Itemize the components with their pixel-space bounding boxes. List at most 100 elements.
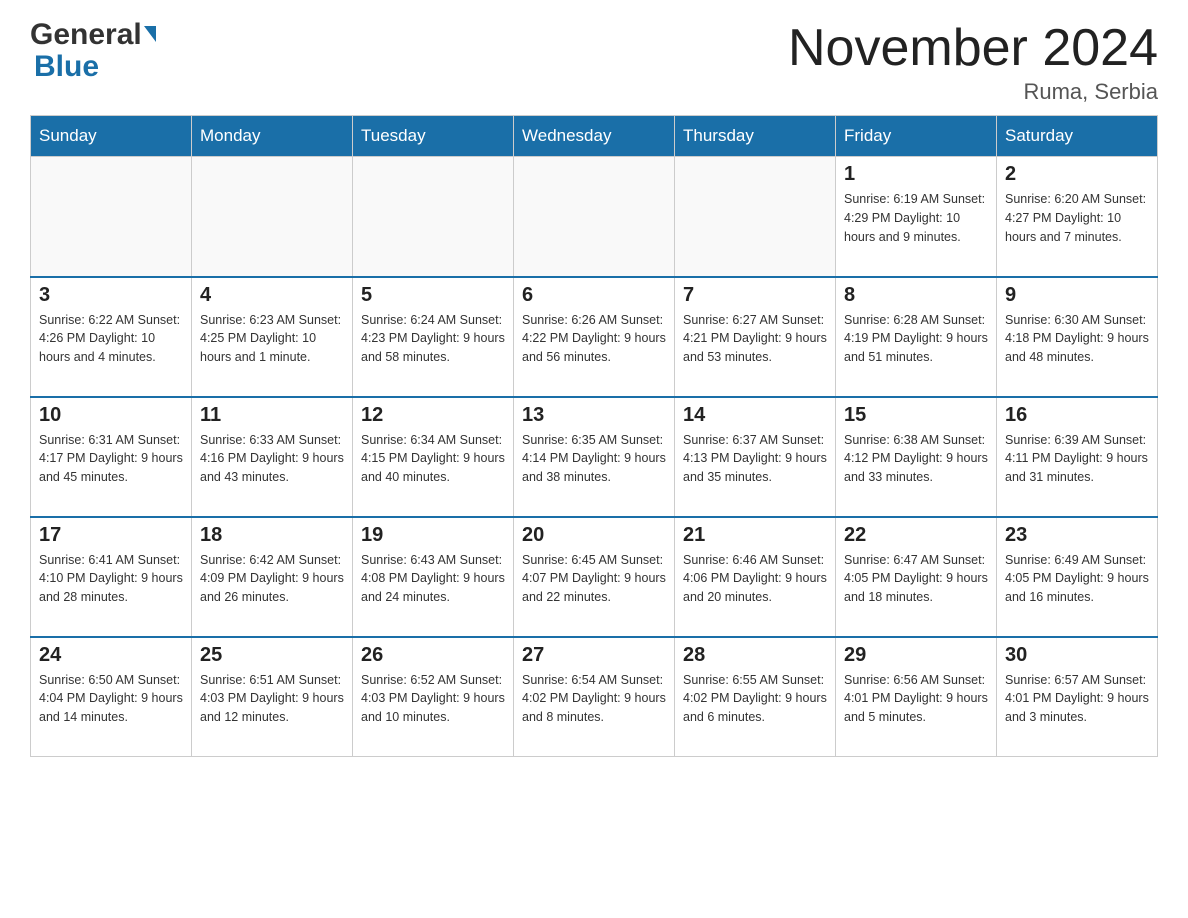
day-number: 6 — [522, 284, 666, 307]
day-info: Sunrise: 6:51 AM Sunset: 4:03 PM Dayligh… — [200, 671, 344, 727]
calendar-cell: 19 Sunrise: 6:43 AM Sunset: 4:08 PM Dayli… — [353, 517, 514, 637]
day-number: 29 — [844, 644, 988, 667]
day-info: Sunrise: 6:23 AM Sunset: 4:25 PM Dayligh… — [200, 311, 344, 367]
calendar-cell: 27 Sunrise: 6:54 AM Sunset: 4:02 PM Dayli… — [514, 637, 675, 757]
logo-triangle-icon — [144, 26, 156, 42]
location: Ruma, Serbia — [788, 79, 1158, 105]
calendar-cell: 5 Sunrise: 6:24 AM Sunset: 4:23 PM Daylig… — [353, 277, 514, 397]
day-number: 13 — [522, 404, 666, 427]
calendar-week-5: 24 Sunrise: 6:50 AM Sunset: 4:04 PM Dayli… — [31, 637, 1158, 757]
calendar-cell: 25 Sunrise: 6:51 AM Sunset: 4:03 PM Dayli… — [192, 637, 353, 757]
day-number: 26 — [361, 644, 505, 667]
day-number: 25 — [200, 644, 344, 667]
day-number: 28 — [683, 644, 827, 667]
calendar-cell: 18 Sunrise: 6:42 AM Sunset: 4:09 PM Dayli… — [192, 517, 353, 637]
col-tuesday: Tuesday — [353, 116, 514, 157]
calendar-cell: 16 Sunrise: 6:39 AM Sunset: 4:11 PM Dayli… — [997, 397, 1158, 517]
calendar-cell: 13Sunrise: 6:35 AM Sunset: 4:14 PM Dayli… — [514, 397, 675, 517]
col-friday: Friday — [836, 116, 997, 157]
day-info: Sunrise: 6:37 AM Sunset: 4:13 PM Dayligh… — [683, 431, 827, 487]
day-number: 12 — [361, 404, 505, 427]
calendar-cell: 8Sunrise: 6:28 AM Sunset: 4:19 PM Daylig… — [836, 277, 997, 397]
day-info: Sunrise: 6:27 AM Sunset: 4:21 PM Dayligh… — [683, 311, 827, 367]
day-info: Sunrise: 6:49 AM Sunset: 4:05 PM Dayligh… — [1005, 551, 1149, 607]
day-info: Sunrise: 6:31 AM Sunset: 4:17 PM Dayligh… — [39, 431, 183, 487]
calendar-cell: 26 Sunrise: 6:52 AM Sunset: 4:03 PM Dayli… — [353, 637, 514, 757]
day-info: Sunrise: 6:41 AM Sunset: 4:10 PM Dayligh… — [39, 551, 183, 607]
col-thursday: Thursday — [675, 116, 836, 157]
title-block: November 2024 Ruma, Serbia — [788, 20, 1158, 105]
calendar-cell: 15 Sunrise: 6:38 AM Sunset: 4:12 PM Dayli… — [836, 397, 997, 517]
logo-blue-text: Blue — [34, 50, 99, 84]
day-info: Sunrise: 6:33 AM Sunset: 4:16 PM Dayligh… — [200, 431, 344, 487]
day-number: 18 — [200, 524, 344, 547]
calendar-cell: 20Sunrise: 6:45 AM Sunset: 4:07 PM Dayli… — [514, 517, 675, 637]
day-number: 5 — [361, 284, 505, 307]
days-of-week-row: Sunday Monday Tuesday Wednesday Thursday… — [31, 116, 1158, 157]
day-info: Sunrise: 6:54 AM Sunset: 4:02 PM Dayligh… — [522, 671, 666, 727]
day-info: Sunrise: 6:57 AM Sunset: 4:01 PM Dayligh… — [1005, 671, 1149, 727]
logo: General Blue — [30, 20, 156, 84]
day-number: 17 — [39, 524, 183, 547]
col-monday: Monday — [192, 116, 353, 157]
calendar-cell — [192, 157, 353, 277]
day-number: 23 — [1005, 524, 1149, 547]
calendar-cell: 24 Sunrise: 6:50 AM Sunset: 4:04 PM Dayli… — [31, 637, 192, 757]
calendar-cell — [353, 157, 514, 277]
day-info: Sunrise: 6:38 AM Sunset: 4:12 PM Dayligh… — [844, 431, 988, 487]
calendar-cell — [675, 157, 836, 277]
day-number: 16 — [1005, 404, 1149, 427]
day-number: 22 — [844, 524, 988, 547]
day-info: Sunrise: 6:47 AM Sunset: 4:05 PM Dayligh… — [844, 551, 988, 607]
day-number: 2 — [1005, 163, 1149, 186]
calendar-cell: 9Sunrise: 6:30 AM Sunset: 4:18 PM Daylig… — [997, 277, 1158, 397]
calendar-table: Sunday Monday Tuesday Wednesday Thursday… — [30, 115, 1158, 757]
day-number: 4 — [200, 284, 344, 307]
calendar-week-2: 3Sunrise: 6:22 AM Sunset: 4:26 PM Daylig… — [31, 277, 1158, 397]
calendar-cell: 2 Sunrise: 6:20 AM Sunset: 4:27 PM Daylig… — [997, 157, 1158, 277]
day-number: 14 — [683, 404, 827, 427]
day-info: Sunrise: 6:22 AM Sunset: 4:26 PM Dayligh… — [39, 311, 183, 367]
calendar-cell: 12 Sunrise: 6:34 AM Sunset: 4:15 PM Dayli… — [353, 397, 514, 517]
calendar-cell: 21Sunrise: 6:46 AM Sunset: 4:06 PM Dayli… — [675, 517, 836, 637]
calendar-cell: 30 Sunrise: 6:57 AM Sunset: 4:01 PM Dayli… — [997, 637, 1158, 757]
day-number: 20 — [522, 524, 666, 547]
calendar-cell — [514, 157, 675, 277]
calendar-cell: 29Sunrise: 6:56 AM Sunset: 4:01 PM Dayli… — [836, 637, 997, 757]
day-number: 15 — [844, 404, 988, 427]
day-number: 11 — [200, 404, 344, 427]
calendar-cell: 17 Sunrise: 6:41 AM Sunset: 4:10 PM Dayli… — [31, 517, 192, 637]
calendar-cell: 7Sunrise: 6:27 AM Sunset: 4:21 PM Daylig… — [675, 277, 836, 397]
day-info: Sunrise: 6:39 AM Sunset: 4:11 PM Dayligh… — [1005, 431, 1149, 487]
calendar-cell: 11 Sunrise: 6:33 AM Sunset: 4:16 PM Dayli… — [192, 397, 353, 517]
calendar-week-1: 1Sunrise: 6:19 AM Sunset: 4:29 PM Daylig… — [31, 157, 1158, 277]
day-info: Sunrise: 6:52 AM Sunset: 4:03 PM Dayligh… — [361, 671, 505, 727]
calendar-week-4: 17 Sunrise: 6:41 AM Sunset: 4:10 PM Dayli… — [31, 517, 1158, 637]
calendar-cell: 28 Sunrise: 6:55 AM Sunset: 4:02 PM Dayli… — [675, 637, 836, 757]
day-info: Sunrise: 6:34 AM Sunset: 4:15 PM Dayligh… — [361, 431, 505, 487]
day-number: 24 — [39, 644, 183, 667]
day-info: Sunrise: 6:42 AM Sunset: 4:09 PM Dayligh… — [200, 551, 344, 607]
day-info: Sunrise: 6:26 AM Sunset: 4:22 PM Dayligh… — [522, 311, 666, 367]
day-number: 27 — [522, 644, 666, 667]
day-info: Sunrise: 6:43 AM Sunset: 4:08 PM Dayligh… — [361, 551, 505, 607]
calendar-week-3: 10 Sunrise: 6:31 AM Sunset: 4:17 PM Dayli… — [31, 397, 1158, 517]
day-info: Sunrise: 6:55 AM Sunset: 4:02 PM Dayligh… — [683, 671, 827, 727]
day-info: Sunrise: 6:20 AM Sunset: 4:27 PM Dayligh… — [1005, 190, 1149, 246]
calendar-cell: 4 Sunrise: 6:23 AM Sunset: 4:25 PM Daylig… — [192, 277, 353, 397]
day-number: 9 — [1005, 284, 1149, 307]
col-wednesday: Wednesday — [514, 116, 675, 157]
logo-general: General — [30, 20, 156, 50]
day-number: 19 — [361, 524, 505, 547]
col-sunday: Sunday — [31, 116, 192, 157]
calendar-cell: 22 Sunrise: 6:47 AM Sunset: 4:05 PM Dayli… — [836, 517, 997, 637]
day-number: 30 — [1005, 644, 1149, 667]
page-header: General Blue November 2024 Ruma, Serbia — [30, 20, 1158, 105]
calendar-cell: 1Sunrise: 6:19 AM Sunset: 4:29 PM Daylig… — [836, 157, 997, 277]
day-info: Sunrise: 6:19 AM Sunset: 4:29 PM Dayligh… — [844, 190, 988, 246]
day-info: Sunrise: 6:50 AM Sunset: 4:04 PM Dayligh… — [39, 671, 183, 727]
calendar-cell: 10 Sunrise: 6:31 AM Sunset: 4:17 PM Dayli… — [31, 397, 192, 517]
day-info: Sunrise: 6:24 AM Sunset: 4:23 PM Dayligh… — [361, 311, 505, 367]
day-number: 10 — [39, 404, 183, 427]
day-number: 21 — [683, 524, 827, 547]
